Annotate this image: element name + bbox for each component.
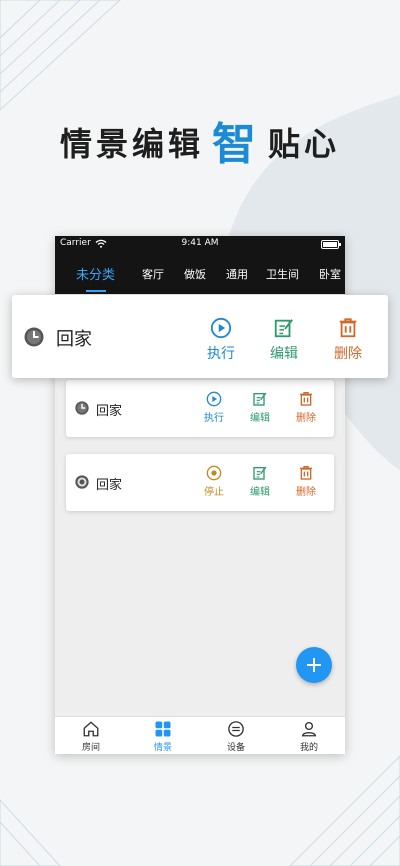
- headline-accent: 智: [212, 119, 260, 170]
- nav-devices[interactable]: 设备: [208, 720, 264, 753]
- tab-bathroom[interactable]: 卫生间: [266, 266, 299, 282]
- execute-label: 执行: [204, 413, 224, 424]
- running-icon: [75, 475, 89, 489]
- scene-name: 回家: [96, 404, 123, 419]
- execute-button[interactable]: 执行: [196, 391, 232, 424]
- stop-button[interactable]: 停止: [196, 465, 232, 498]
- edit-label: 编辑: [250, 413, 270, 424]
- bottom-navigation: 房间 情景 设备 我的: [55, 716, 345, 754]
- edit-label: 编辑: [270, 346, 298, 362]
- execute-label: 执行: [207, 346, 235, 362]
- tab-living-room[interactable]: 客厅: [142, 266, 164, 282]
- nav-rooms-label: 房间: [81, 743, 100, 753]
- tab-cooking[interactable]: 做饭: [184, 266, 206, 282]
- headline-text-after: 贴心: [268, 125, 341, 163]
- play-circle-icon: [206, 391, 222, 407]
- scene-card: 回家 停止 编辑 删除: [66, 454, 334, 511]
- home-icon: [83, 721, 99, 737]
- edit-icon: [274, 319, 293, 338]
- delete-label: 删除: [296, 413, 316, 424]
- nav-scenes[interactable]: 情景: [135, 720, 191, 753]
- scene-name: 回家: [96, 478, 123, 493]
- status-bar: Carrier 9:41 AM: [55, 236, 345, 252]
- edit-icon: [253, 392, 267, 406]
- nav-profile[interactable]: 我的: [281, 720, 337, 753]
- delete-button[interactable]: 删除: [288, 391, 324, 424]
- play-circle-icon: [210, 317, 232, 339]
- delete-button[interactable]: 删除: [325, 317, 371, 363]
- scene-card-highlighted: 回家 执行 编辑 删除: [12, 295, 388, 378]
- edit-button[interactable]: 编辑: [242, 465, 278, 498]
- category-tab-bar: 未分类 客厅 做饭 通用 卫生间 卧室: [55, 252, 345, 294]
- device-icon: [228, 721, 244, 737]
- active-tab-indicator: [86, 290, 106, 292]
- delete-button[interactable]: 删除: [288, 465, 324, 498]
- edit-icon: [253, 466, 267, 480]
- edit-label: 编辑: [250, 487, 270, 498]
- clock-icon: [75, 401, 89, 415]
- clock-icon: [24, 327, 44, 347]
- scene-card: 回家 执行 编辑 删除: [66, 380, 334, 437]
- nav-profile-label: 我的: [299, 743, 318, 753]
- tab-uncategorized[interactable]: 未分类: [76, 264, 115, 283]
- grid-icon: [155, 721, 171, 737]
- trash-icon: [300, 466, 312, 480]
- nav-rooms[interactable]: 房间: [63, 720, 119, 753]
- nav-devices-label: 设备: [226, 743, 245, 753]
- delete-label: 删除: [296, 487, 316, 498]
- headline: 情景编辑智贴心: [0, 108, 400, 172]
- edit-button[interactable]: 编辑: [242, 391, 278, 424]
- battery-icon: [321, 240, 341, 249]
- scene-name: 回家: [56, 329, 92, 350]
- trash-icon: [300, 392, 312, 406]
- edit-button[interactable]: 编辑: [261, 317, 307, 363]
- user-icon: [301, 721, 317, 737]
- tab-bedroom[interactable]: 卧室: [319, 266, 341, 282]
- tab-general[interactable]: 通用: [226, 266, 248, 282]
- headline-text-before: 情景编辑: [59, 125, 204, 163]
- add-scene-button[interactable]: [296, 647, 332, 683]
- execute-button[interactable]: 执行: [198, 317, 244, 363]
- trash-icon: [339, 318, 357, 338]
- delete-label: 删除: [334, 346, 362, 362]
- stop-circle-icon: [206, 465, 222, 481]
- nav-scenes-label: 情景: [153, 743, 172, 753]
- status-time: 9:41 AM: [181, 238, 219, 248]
- stop-label: 停止: [204, 487, 224, 498]
